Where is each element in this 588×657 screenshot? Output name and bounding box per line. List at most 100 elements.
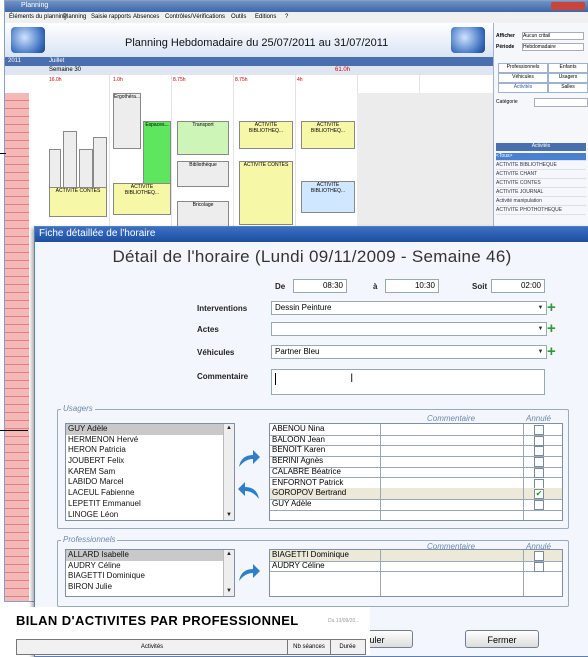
activity-item[interactable]: ACTIVITE BIBLIOTHEQUE [496,162,586,170]
usagers-available-list[interactable]: GUY Adèle HERMENON Hervé HERON Patricia JOU… [65,423,235,521]
scroll-down-icon[interactable]: ▼ [224,511,234,520]
tab-usagers[interactable]: Usagers [548,73,588,83]
activity-item[interactable]: ACTIVITE CHANT [496,171,586,179]
list-item[interactable]: ALLARD Isabelle [66,550,234,561]
interventions-select[interactable]: Dessin Peinture ▼ [271,301,547,315]
annule-checkbox[interactable]: ✔ [534,489,544,500]
table-row[interactable]: GUY Adèle [270,499,562,511]
fermer-button[interactable]: Fermer [465,630,539,648]
duration-field[interactable]: 02:00 [491,279,545,293]
event-block[interactable]: Bibliothèque [177,161,229,187]
add-acte-plus-icon[interactable]: + [547,321,556,336]
window-controls[interactable] [551,2,585,10]
comment-cell[interactable] [382,467,524,478]
table-row[interactable]: AUDRY Céline [270,561,562,573]
event-block[interactable]: Ergothéra... [113,93,141,149]
comment-cell[interactable] [382,456,524,467]
menu-editions[interactable]: Editions [255,14,276,20]
list-item[interactable]: GUY Adèle [66,424,234,435]
comment-cell[interactable] [382,550,524,561]
chevron-down-icon[interactable]: ▼ [536,303,545,313]
add-professional-arrow-icon[interactable] [237,561,261,583]
add-vehicule-plus-icon[interactable]: + [547,344,556,359]
annule-checkbox[interactable] [534,425,544,435]
menu-controles[interactable]: Contrôles/Vérifications [165,14,225,20]
dialog-heading: Détail de l'horaire (Lundi 09/11/2009 - … [112,247,512,266]
comment-cell[interactable] [382,561,524,572]
activity-item[interactable]: ACTIVITE PHOTHOTHEQUE [496,207,586,215]
chevron-down-icon[interactable]: ▼ [536,347,545,357]
comment-cell[interactable] [382,435,524,446]
add-arrow-icon[interactable] [237,447,261,469]
start-time-field[interactable]: 08:30 [293,279,347,293]
menu-planning[interactable]: Planning [63,14,86,20]
afficher-select[interactable]: Aucun critail [522,32,584,40]
scroll-up-icon[interactable]: ▲ [224,550,234,559]
list-item[interactable]: LACEUL Fabienne [66,488,234,499]
event-block[interactable]: ACTIVITE CONTES [49,187,107,217]
comment-cell[interactable] [382,445,524,456]
periode-select[interactable]: Hebdomadaire [522,43,584,51]
comment-cell[interactable] [382,424,524,435]
event-block[interactable]: Transport [177,121,229,155]
comment-cell[interactable] [382,478,524,489]
vehicules-select[interactable]: Partner Bleu ▼ [271,345,547,359]
professionnels-available-list[interactable]: ALLARD Isabelle AUDRY Céline BIAGETTI Domi… [65,549,235,597]
list-item[interactable]: KAREM Sam [66,467,234,478]
menu-absences[interactable]: Absences [133,14,159,20]
activity-item[interactable]: ACTIVITE JOURNAL [496,189,586,197]
assigned-name: GUY Adèle [272,498,312,508]
scroll-down-icon[interactable]: ▼ [224,587,234,596]
menu-saisie[interactable]: Saisie rapports [91,14,131,20]
annule-checkbox[interactable] [534,457,544,468]
menu-outils[interactable]: Outils [231,14,246,20]
actes-select[interactable]: ▼ [271,322,547,336]
tab-professionnels[interactable]: Professionnels [498,63,548,73]
annule-checkbox[interactable] [534,561,544,572]
annule-checkbox[interactable] [534,467,544,478]
tab-activites[interactable]: Activités [498,83,548,93]
activity-item[interactable]: <Tous> [496,153,586,161]
list-item[interactable]: JOUBERT Felix [66,456,234,467]
event-block[interactable]: ACTIVITE BIBLIOTHEQ... [239,121,293,149]
comment-cell[interactable] [382,499,524,510]
tab-salles[interactable]: Salles [548,83,588,93]
categorie-select[interactable] [534,98,588,107]
scrollbar[interactable]: ▲ ▼ [223,550,234,596]
event-block[interactable]: ACTIVITE BIBLIOTHEQ... [113,183,171,215]
event-block[interactable]: ACTIVITE BIBLIOTHEQ... [301,121,355,149]
activity-item[interactable]: ACTIVITE CONTES [496,180,586,188]
remove-arrow-icon[interactable] [237,479,261,501]
list-item[interactable]: LABIDO Marcel [66,477,234,488]
event-block[interactable]: Espaces... [143,121,171,185]
activity-item[interactable]: Activité manipulation [496,198,586,206]
list-item[interactable]: BIRON Julie [66,582,234,593]
event-block[interactable]: ACTIVITE CONTES [239,161,293,225]
scroll-up-icon[interactable]: ▲ [224,424,234,433]
grid-column-divider [380,424,381,520]
comment-cell[interactable] [382,488,524,499]
list-item[interactable]: LINOGE Léon [66,510,234,521]
menu-elements[interactable]: Éléments du planning [9,14,67,20]
usagers-assigned-grid[interactable]: ABENOU Nina BALOON Jean BENOIT Karen BERINI… [269,423,563,521]
list-item[interactable]: AUDRY Céline [66,561,234,572]
annule-checkbox[interactable] [534,478,544,489]
list-item[interactable]: HERMENON Hervé [66,435,234,446]
tab-vehicules[interactable]: Véhicules [498,73,548,83]
annule-checkbox[interactable] [534,499,544,510]
list-item[interactable]: HERON Patricia [66,445,234,456]
commentaire-field[interactable] [271,369,545,395]
annule-checkbox[interactable] [534,551,544,561]
scrollbar[interactable]: ▲ ▼ [223,424,234,520]
annule-checkbox[interactable] [534,446,544,457]
menu-help[interactable]: ? [285,14,288,20]
list-item[interactable]: BIAGETTI Dominique [66,571,234,582]
list-item[interactable]: LEPETIT Emmanuel [66,499,234,510]
event-block[interactable]: ACTIVITE BIBLIOTHEQ... [301,181,355,213]
add-intervention-plus-icon[interactable]: + [547,300,556,315]
annule-checkbox[interactable] [534,435,544,446]
professionnels-assigned-grid[interactable]: BIAGETTI Dominique AUDRY Céline [269,549,563,597]
end-time-field[interactable]: 10:30 [385,279,439,293]
tab-enfants[interactable]: Enfants [548,63,588,73]
chevron-down-icon[interactable]: ▼ [536,324,545,334]
